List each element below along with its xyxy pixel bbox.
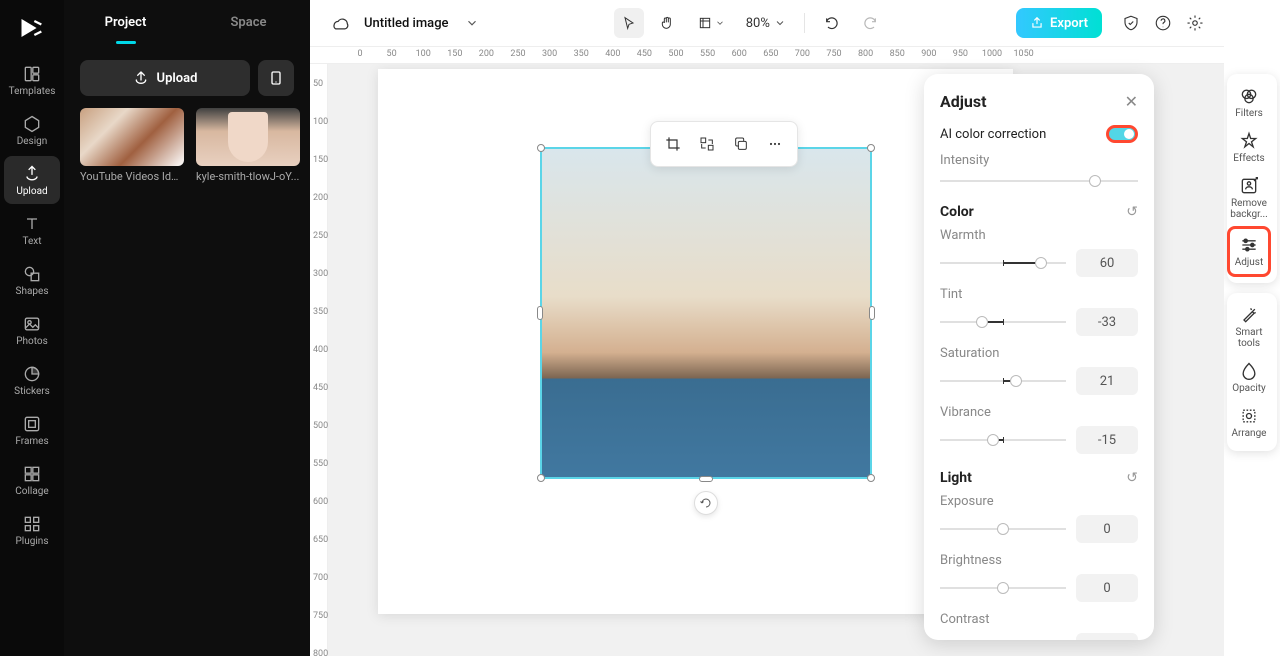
- mobile-upload-button[interactable]: [258, 60, 294, 96]
- light-brightness-slider[interactable]: [940, 581, 1066, 595]
- rotate-handle[interactable]: [694, 491, 718, 515]
- selected-image[interactable]: [540, 147, 872, 479]
- resize-handle-mr[interactable]: [869, 306, 875, 320]
- tab-space[interactable]: Space: [187, 0, 310, 44]
- light-contrast-value[interactable]: 0: [1076, 633, 1138, 640]
- ai-color-toggle[interactable]: [1106, 125, 1138, 143]
- topbar: Untitled image 80% Export: [310, 0, 1224, 46]
- crop-icon[interactable]: [657, 128, 689, 160]
- light-brightness-value[interactable]: 0: [1076, 574, 1138, 602]
- resize-handle-bm[interactable]: [699, 476, 713, 482]
- intensity-slider[interactable]: [940, 174, 1138, 188]
- color-warmth-value[interactable]: 60: [1076, 249, 1138, 277]
- app-logo[interactable]: [14, 10, 50, 46]
- color-tint-slider[interactable]: [940, 315, 1066, 329]
- media-sidebar: Project Space Upload YouTube Videos Idea…: [64, 0, 310, 656]
- zoom-level[interactable]: 80%: [740, 16, 792, 31]
- light-brightness-label: Brightness: [940, 553, 1138, 568]
- media-thumb-2[interactable]: kyle-smith-tlowJ-oY...: [196, 108, 300, 183]
- reset-color-icon[interactable]: ↺: [1126, 204, 1138, 220]
- duplicate-icon[interactable]: [725, 128, 757, 160]
- light-exposure-value[interactable]: 0: [1076, 515, 1138, 543]
- right-rail-filters[interactable]: Filters: [1227, 80, 1271, 125]
- right-rail-opacity[interactable]: Opacity: [1227, 355, 1271, 400]
- light-section-title: Light: [940, 470, 972, 486]
- selection-toolbar: [650, 121, 798, 167]
- color-saturation-value[interactable]: 21: [1076, 367, 1138, 395]
- color-warmth-label: Warmth: [940, 228, 1138, 243]
- replace-icon[interactable]: [691, 128, 723, 160]
- rail-templates[interactable]: Templates: [4, 56, 60, 104]
- redo-button[interactable]: [855, 8, 885, 38]
- close-icon[interactable]: ✕: [1125, 92, 1138, 111]
- color-tint-label: Tint: [940, 287, 1138, 302]
- resize-handle-tr[interactable]: [867, 144, 875, 152]
- crop-dropdown[interactable]: [690, 8, 732, 38]
- color-vibrance-label: Vibrance: [940, 405, 1138, 420]
- reset-light-icon[interactable]: ↺: [1126, 470, 1138, 486]
- stage: Untitled image 80% Export: [310, 0, 1224, 656]
- rail-plugins[interactable]: Plugins: [4, 506, 60, 554]
- right-rail-remove-backgr-[interactable]: Remove backgr...: [1227, 170, 1271, 226]
- export-button[interactable]: Export: [1016, 8, 1102, 38]
- ai-color-label: AI color correction: [940, 127, 1046, 142]
- color-vibrance-slider[interactable]: [940, 433, 1066, 447]
- rail-frames[interactable]: Frames: [4, 406, 60, 454]
- left-rail: TemplatesDesignUploadTextShapesPhotosSti…: [0, 0, 64, 656]
- thumb-image: [196, 108, 300, 166]
- more-icon[interactable]: [759, 128, 791, 160]
- intensity-label: Intensity: [940, 153, 1138, 168]
- chevron-down-icon[interactable]: [461, 12, 483, 34]
- hand-tool[interactable]: [652, 8, 682, 38]
- right-rail-smart-tools[interactable]: Smart tools: [1227, 299, 1271, 355]
- shield-icon[interactable]: [1120, 12, 1142, 34]
- ruler-vertical: 5010015020025030035040045050055060065070…: [310, 64, 328, 656]
- select-tool[interactable]: [614, 8, 644, 38]
- light-exposure-label: Exposure: [940, 494, 1138, 509]
- color-vibrance-value[interactable]: -15: [1076, 426, 1138, 454]
- color-section-title: Color: [940, 204, 974, 220]
- light-exposure-slider[interactable]: [940, 522, 1066, 536]
- resize-handle-br[interactable]: [867, 474, 875, 482]
- rail-shapes[interactable]: Shapes: [4, 256, 60, 304]
- thumb-label: YouTube Videos Idea...: [80, 170, 184, 183]
- color-warmth-slider[interactable]: [940, 256, 1066, 270]
- right-rail: FiltersEffectsRemove backgr...Adjust Sma…: [1224, 0, 1280, 656]
- adjust-title: Adjust: [940, 92, 987, 111]
- cloud-sync-icon[interactable]: [328, 12, 350, 34]
- rail-design[interactable]: Design: [4, 106, 60, 154]
- help-icon[interactable]: [1152, 12, 1174, 34]
- color-saturation-label: Saturation: [940, 346, 1138, 361]
- upload-button[interactable]: Upload: [80, 60, 250, 96]
- undo-button[interactable]: [817, 8, 847, 38]
- settings-icon[interactable]: [1184, 12, 1206, 34]
- resize-handle-bl[interactable]: [537, 474, 545, 482]
- thumb-image: [80, 108, 184, 166]
- resize-handle-tl[interactable]: [537, 144, 545, 152]
- color-tint-value[interactable]: -33: [1076, 308, 1138, 336]
- rail-text[interactable]: Text: [4, 206, 60, 254]
- light-contrast-label: Contrast: [940, 612, 1138, 627]
- rail-photos[interactable]: Photos: [4, 306, 60, 354]
- right-rail-adjust[interactable]: Adjust: [1227, 226, 1271, 277]
- ruler-horizontal: 0501001502002503003504004505005506006507…: [310, 46, 1224, 64]
- thumb-label: kyle-smith-tlowJ-oY...: [196, 170, 300, 183]
- rail-upload[interactable]: Upload: [4, 156, 60, 204]
- rail-stickers[interactable]: Stickers: [4, 356, 60, 404]
- tab-project[interactable]: Project: [64, 0, 187, 44]
- media-thumb-1[interactable]: YouTube Videos Idea...: [80, 108, 184, 183]
- adjust-panel: Adjust ✕ AI color correction Intensity C…: [924, 74, 1154, 640]
- color-saturation-slider[interactable]: [940, 374, 1066, 388]
- right-rail-arrange[interactable]: Arrange: [1227, 400, 1271, 445]
- right-rail-effects[interactable]: Effects: [1227, 125, 1271, 170]
- rail-collage[interactable]: Collage: [4, 456, 60, 504]
- resize-handle-ml[interactable]: [537, 306, 543, 320]
- document-title[interactable]: Untitled image: [364, 16, 449, 31]
- upload-label: Upload: [157, 71, 198, 86]
